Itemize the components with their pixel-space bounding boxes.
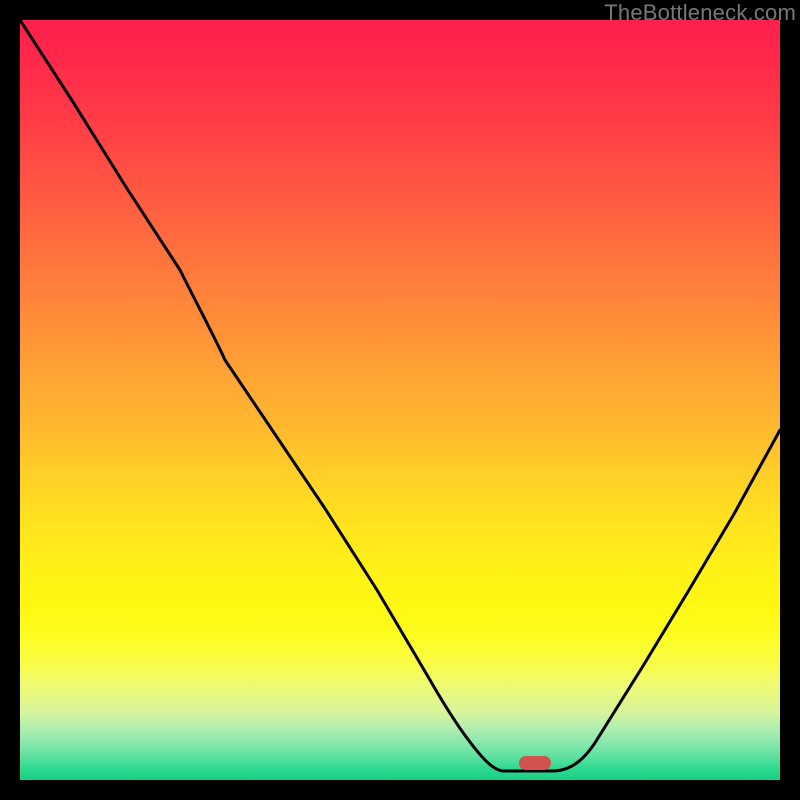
optimum-marker bbox=[519, 756, 551, 770]
curve-path bbox=[20, 20, 780, 771]
chart-frame bbox=[20, 20, 780, 780]
bottleneck-curve bbox=[20, 20, 780, 780]
watermark-text: TheBottleneck.com bbox=[604, 0, 796, 26]
